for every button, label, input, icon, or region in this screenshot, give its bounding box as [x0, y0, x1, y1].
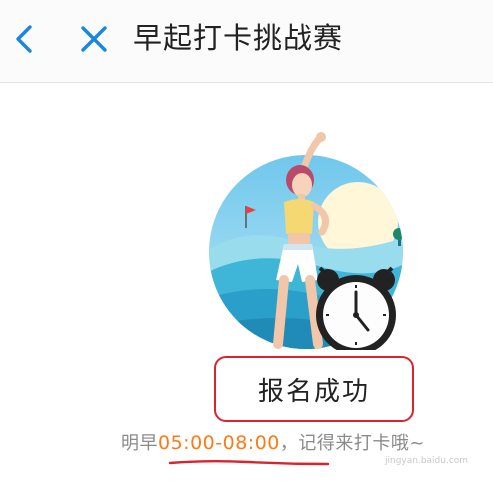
watermark: jingyan.baidu.com [385, 456, 469, 466]
hero-illustration [208, 130, 414, 355]
alarm-clock-icon [316, 266, 396, 355]
signup-success-label: 报名成功 [257, 376, 370, 407]
check-in-time-range: 05:00-08:00 [158, 432, 280, 454]
notice-suffix: ，记得来打卡哦~ [279, 433, 425, 454]
annotation-underline [168, 460, 330, 466]
close-icon [81, 26, 107, 52]
back-button[interactable] [2, 17, 46, 61]
nav-bar: 早起打卡挑战赛 [0, 0, 493, 83]
chevron-left-icon [16, 25, 32, 53]
reminder-notice: 明早05:00-08:00，记得来打卡哦~ [121, 430, 425, 457]
close-button[interactable] [72, 17, 116, 61]
notice-prefix: 明早 [121, 433, 158, 454]
page-title: 早起打卡挑战赛 [133, 21, 344, 55]
